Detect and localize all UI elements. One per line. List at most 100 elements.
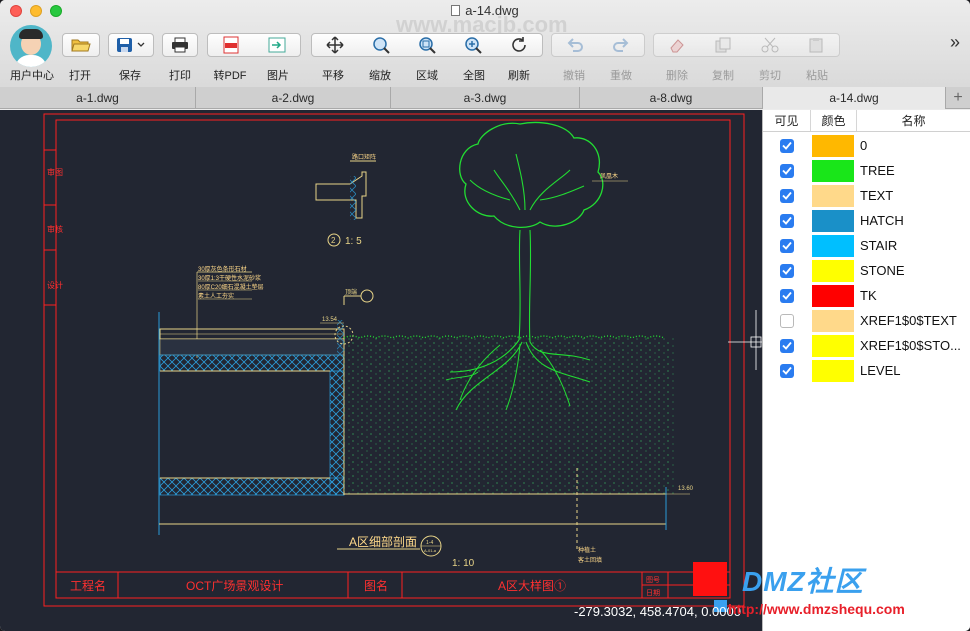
detail-scale: 1: 5: [345, 236, 362, 247]
folder-open-icon: [71, 39, 91, 52]
layer-visibility-checkbox[interactable]: [780, 338, 794, 353]
checkmark-icon: [782, 341, 792, 350]
layer-row[interactable]: 0: [763, 133, 970, 158]
layer-color-swatch[interactable]: [812, 159, 854, 182]
layers-header: 可见 颜色 名称: [763, 110, 970, 132]
toolbar-overflow-button[interactable]: »: [950, 32, 960, 53]
open-label: 打开: [69, 70, 91, 82]
drawing-number-label: 图号: [646, 576, 660, 584]
detail-note: 路口矩阵: [352, 153, 376, 161]
layer-name: TK: [860, 288, 877, 303]
layer-name: STONE: [860, 263, 905, 278]
soil-label-2: 客土回填: [578, 556, 602, 564]
layer-visibility-checkbox[interactable]: [780, 313, 794, 328]
checkmark-icon: [782, 191, 792, 200]
scissors-icon[interactable]: [761, 37, 779, 53]
zoom-label: 缩放: [369, 70, 391, 82]
save-icon: [117, 38, 145, 52]
user-center-label[interactable]: 用户中心: [8, 67, 56, 83]
window-zoom-label: 区域: [416, 70, 438, 82]
layer-visibility-checkbox[interactable]: [780, 238, 794, 253]
layer-name: TREE: [860, 163, 895, 178]
paste-label: 粘贴: [806, 70, 828, 82]
layer-row[interactable]: XREF1$0$STO...: [763, 333, 970, 358]
user-avatar-icon[interactable]: [10, 25, 52, 67]
project-name: OCT广场景观设计: [186, 579, 283, 593]
undo-icon[interactable]: [566, 37, 584, 53]
tab-a-3[interactable]: a-3.dwg: [391, 87, 580, 109]
print-button[interactable]: [162, 33, 198, 57]
history-group: [551, 33, 645, 57]
printer-icon: [172, 37, 188, 53]
detail-number: 2: [331, 236, 336, 245]
layer-color-swatch[interactable]: [812, 309, 854, 332]
tab-a-2[interactable]: a-2.dwg: [196, 87, 391, 109]
date-label: 日期: [646, 589, 660, 597]
layer-row[interactable]: LEVEL: [763, 358, 970, 383]
layer-name: XREF1$0$TEXT: [860, 313, 957, 328]
layer-color-swatch[interactable]: [812, 334, 854, 357]
layer-color-swatch[interactable]: [812, 259, 854, 282]
checkmark-icon: [782, 216, 792, 225]
zoom-window-icon[interactable]: [418, 36, 436, 54]
checkmark-icon: [782, 366, 792, 375]
layer-color-swatch[interactable]: [812, 284, 854, 307]
bubble-bottom: A-01-a: [424, 548, 437, 553]
layer-name: HATCH: [860, 213, 904, 228]
refresh-label: 刷新: [508, 70, 530, 82]
layer-color-swatch[interactable]: [812, 359, 854, 382]
layer-row[interactable]: TREE: [763, 158, 970, 183]
layer-visibility-checkbox[interactable]: [780, 188, 794, 203]
layer-name: STAIR: [860, 238, 898, 253]
layer-row[interactable]: XREF1$0$TEXT: [763, 308, 970, 333]
visible-column-header[interactable]: 可见: [763, 110, 811, 131]
name-column-header[interactable]: 名称: [857, 110, 970, 131]
layer-row[interactable]: TK: [763, 283, 970, 308]
pdf-icon[interactable]: [223, 36, 239, 54]
redo-icon[interactable]: [612, 37, 630, 53]
section-title: A区细部剖面: [349, 534, 417, 549]
side-label-check: 审核: [47, 224, 63, 234]
drawing-canvas[interactable]: 审图 审核 设计 路口矩阵 2 1: 5 30厚灰色条形石材 30厚1:3干硬性…: [0, 110, 762, 631]
drawing-name: A区大样图①: [498, 578, 566, 593]
layer-row[interactable]: STAIR: [763, 233, 970, 258]
tab-a-14[interactable]: a-14.dwg: [763, 87, 946, 109]
refresh-icon[interactable]: [510, 36, 528, 54]
layer-row[interactable]: TEXT: [763, 183, 970, 208]
layer-visibility-checkbox[interactable]: [780, 163, 794, 178]
zoom-extents-icon[interactable]: [464, 36, 482, 54]
layer-visibility-checkbox[interactable]: [780, 213, 794, 228]
cursor-coordinates: -279.3032, 458.4704, 0.0000: [574, 604, 741, 619]
side-label-review: 审图: [47, 167, 63, 177]
layer-row[interactable]: STONE: [763, 258, 970, 283]
pan-arrows-icon[interactable]: [326, 36, 344, 54]
note-line-1: 30厚灰色条形石材: [198, 265, 247, 273]
save-label: 保存: [119, 70, 141, 82]
layer-visibility-checkbox[interactable]: [780, 288, 794, 303]
save-button[interactable]: [108, 33, 154, 57]
pan-label: 平移: [322, 70, 344, 82]
layer-visibility-checkbox[interactable]: [780, 263, 794, 278]
image-export-icon[interactable]: [268, 37, 286, 53]
extents-label: 全图: [463, 70, 485, 82]
open-button[interactable]: [62, 33, 100, 57]
add-tab-button[interactable]: +: [946, 87, 970, 109]
tab-a-8[interactable]: a-8.dwg: [580, 87, 763, 109]
layer-color-swatch[interactable]: [812, 209, 854, 232]
layer-color-swatch[interactable]: [812, 134, 854, 157]
eraser-icon[interactable]: [668, 37, 686, 53]
layer-color-swatch[interactable]: [812, 184, 854, 207]
paste-icon[interactable]: [807, 37, 825, 53]
checkmark-icon: [782, 241, 792, 250]
copy-icon[interactable]: [714, 37, 732, 53]
layer-name: TEXT: [860, 188, 894, 203]
zoom-icon[interactable]: [372, 36, 390, 54]
layer-row[interactable]: HATCH: [763, 208, 970, 233]
color-column-header[interactable]: 颜色: [811, 110, 857, 131]
layer-visibility-checkbox[interactable]: [780, 138, 794, 153]
layer-color-swatch[interactable]: [812, 234, 854, 257]
level-left: 13.54: [322, 317, 338, 323]
layer-visibility-checkbox[interactable]: [780, 363, 794, 378]
tab-a-1[interactable]: a-1.dwg: [0, 87, 196, 109]
layer-name: LEVEL: [860, 363, 901, 378]
